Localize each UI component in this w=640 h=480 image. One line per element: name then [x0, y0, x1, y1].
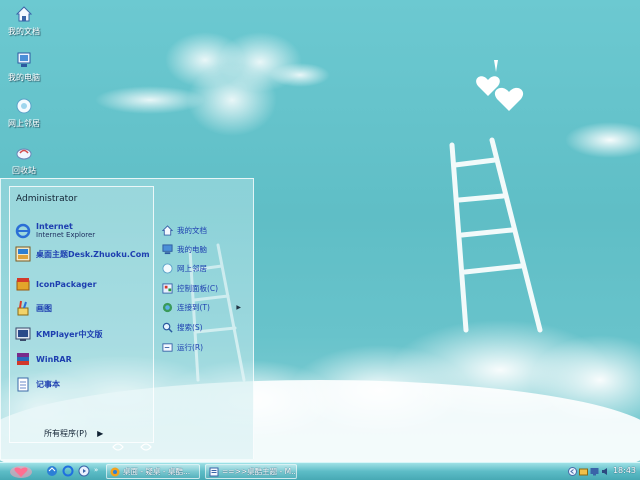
- desktop-icon-network-places[interactable]: 网上邻居: [4, 96, 44, 129]
- my-computer-icon: [14, 50, 34, 70]
- taskbar-button-document[interactable]: ==>>桌酷主题 - M...: [205, 464, 297, 479]
- taskbar-button-browser[interactable]: 桌面 - 疑桌 - 桌酷...: [106, 464, 200, 479]
- program-kmplayer[interactable]: KMPlayer中文版: [14, 323, 103, 345]
- desktop-icon-label: 回收站: [12, 166, 36, 175]
- start-menu: Administrator Internet Internet Explorer…: [0, 178, 254, 460]
- program-title: 画图: [36, 303, 52, 313]
- place-label: 控制面板(C): [177, 283, 219, 293]
- arrow-right-icon: ▶: [97, 429, 104, 438]
- my-documents-icon: [161, 224, 173, 236]
- place-connect-to[interactable]: 连接到(T) ▶: [161, 300, 247, 314]
- all-programs-button[interactable]: 所有程序(P) ▶: [44, 428, 103, 439]
- monitor-tray-icon[interactable]: [590, 467, 599, 476]
- recycle-bin-icon: [14, 143, 34, 163]
- desktop-icon-recycle-bin[interactable]: 回收站: [4, 143, 44, 176]
- small-hearts: [476, 60, 524, 111]
- internet-explorer-icon[interactable]: [62, 465, 74, 477]
- place-network-places[interactable]: 网上邻居: [161, 261, 247, 275]
- place-label: 我的电脑: [177, 244, 207, 254]
- heart-cloud: [95, 32, 330, 136]
- taskbar: » 桌面 - 疑桌 - 桌酷... ==>>桌酷主题 - M... 18:43: [0, 462, 640, 480]
- place-my-computer[interactable]: 我的电脑: [161, 242, 247, 256]
- winrar-icon: [14, 350, 32, 368]
- heart-start-icon: [10, 465, 32, 478]
- theme-site-icon: [14, 245, 32, 263]
- program-title: KMPlayer中文版: [36, 329, 103, 339]
- desktop-icon-my-documents[interactable]: 我的文档: [4, 4, 44, 37]
- start-button[interactable]: [4, 464, 38, 479]
- place-label: 网上邻居: [177, 263, 207, 273]
- desktop-icon-label: 网上邻居: [8, 119, 40, 128]
- program-theme-site[interactable]: 桌面主题Desk.Zhuoku.Com: [14, 243, 150, 265]
- start-menu-username: Administrator: [16, 194, 78, 204]
- place-my-documents[interactable]: 我的文档: [161, 223, 247, 237]
- place-label: 我的文档: [177, 225, 207, 235]
- desktop-icon-my-computer[interactable]: 我的电脑: [4, 50, 44, 83]
- run-icon: [161, 341, 173, 353]
- paint-icon: [14, 299, 32, 317]
- all-programs-label: 所有程序(P): [44, 429, 88, 438]
- place-search[interactable]: 搜索(S): [161, 320, 247, 334]
- place-control-panel[interactable]: 控制面板(C): [161, 281, 247, 295]
- taskbar-button-label: ==>>桌酷主题 - M...: [222, 467, 297, 476]
- program-winrar[interactable]: WinRAR: [14, 348, 72, 370]
- my-documents-icon: [14, 4, 34, 24]
- browser-icon: [110, 467, 120, 476]
- my-computer-icon: [161, 243, 173, 255]
- shut-down-icon[interactable]: [139, 441, 153, 453]
- program-iconpackager[interactable]: IconPackager: [14, 273, 97, 295]
- taskbar-button-label: 桌面 - 疑桌 - 桌酷...: [123, 467, 191, 476]
- search-icon: [161, 321, 173, 333]
- iconpackager-icon: [14, 275, 32, 293]
- program-title: Internet: [36, 222, 73, 231]
- program-title: 记事本: [36, 379, 60, 389]
- network-places-icon: [14, 96, 34, 116]
- program-title: IconPackager: [36, 279, 97, 289]
- volume-tray-icon[interactable]: [601, 467, 610, 476]
- document-icon: [209, 467, 219, 476]
- place-label: 连接到(T): [177, 302, 210, 312]
- taskbar-clock[interactable]: 18:43: [613, 466, 636, 475]
- desktop-icon-label: 我的电脑: [8, 73, 40, 82]
- program-title: 桌面主题Desk.Zhuoku.Com: [36, 249, 150, 259]
- network-places-icon: [161, 262, 173, 274]
- tray-arrow-icon[interactable]: [568, 467, 577, 476]
- log-off-icon[interactable]: [111, 441, 125, 453]
- media-player-icon[interactable]: [78, 465, 90, 477]
- start-menu-programs-panel: Administrator Internet Internet Explorer…: [9, 186, 154, 443]
- program-internet-explorer[interactable]: Internet Internet Explorer: [14, 220, 95, 242]
- network-tray-icon[interactable]: [579, 467, 588, 476]
- ladder: [449, 137, 543, 333]
- quick-launch-chevron-icon[interactable]: »: [94, 466, 98, 474]
- kmplayer-icon: [14, 325, 32, 343]
- show-desktop-icon[interactable]: [46, 465, 58, 477]
- program-notepad[interactable]: 记事本: [14, 373, 60, 395]
- submenu-arrow-icon: ▶: [236, 303, 241, 311]
- connect-to-icon: [161, 301, 173, 313]
- control-panel-icon: [161, 282, 173, 294]
- place-label: 搜索(S): [177, 322, 203, 332]
- program-subtitle: Internet Explorer: [36, 231, 96, 239]
- place-run[interactable]: 运行(R): [161, 340, 247, 354]
- internet-explorer-icon: [14, 222, 32, 240]
- program-title: WinRAR: [36, 354, 72, 364]
- notepad-icon: [14, 375, 32, 393]
- desktop-icon-label: 我的文档: [8, 27, 40, 36]
- start-menu-power-bar: [111, 441, 153, 453]
- place-label: 运行(R): [177, 342, 204, 352]
- program-paint[interactable]: 画图: [14, 297, 52, 319]
